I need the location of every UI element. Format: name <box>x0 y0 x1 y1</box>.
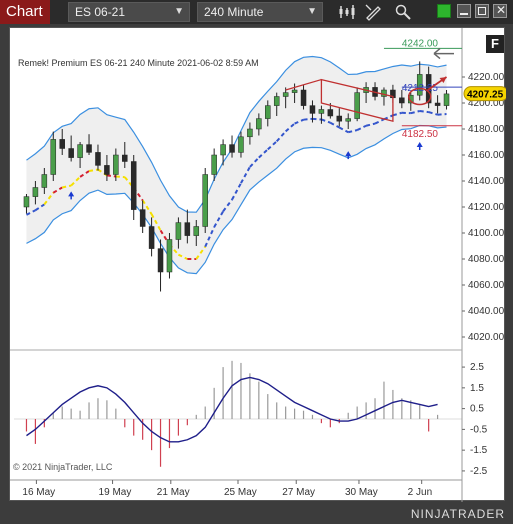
candle <box>113 154 119 175</box>
price-panel <box>23 55 450 292</box>
interval-label: 240 Minute <box>204 5 264 19</box>
candle <box>166 239 173 273</box>
candle <box>336 115 343 122</box>
price-tick-label: 4080.00 <box>468 254 505 265</box>
chart-window: Chart ES 06-21 ▼ 240 Minute ▼ ✕ 4220.00 4 <box>0 0 513 524</box>
candle <box>95 152 101 166</box>
candle <box>318 109 325 114</box>
osc-tick-label: 2.5 <box>470 362 484 373</box>
price-tick-label: 4020.00 <box>468 332 505 343</box>
candle <box>291 89 298 93</box>
time-tick-label: 30 May <box>345 487 378 498</box>
price-tick-label: 4060.00 <box>468 280 505 291</box>
chart-canvas[interactable]: 4220.004200.004180.004160.004140.004120.… <box>10 28 506 502</box>
candle <box>256 118 262 130</box>
price-tick-label: 4100.00 <box>468 228 505 239</box>
candle <box>399 97 405 104</box>
candle <box>139 209 146 227</box>
interval-selector[interactable]: 240 Minute ▼ <box>197 2 323 22</box>
close-button[interactable]: ✕ <box>493 3 507 18</box>
brand-name: NINJATRADER <box>410 507 505 521</box>
instrument-selector[interactable]: ES 06-21 ▼ <box>68 2 190 22</box>
candle <box>211 154 217 175</box>
candle <box>345 118 351 122</box>
candle <box>282 92 289 97</box>
osc-tick-label: -1.5 <box>470 445 488 456</box>
osc-tick-label: -2.5 <box>470 466 488 477</box>
candle <box>184 222 191 236</box>
osc-tick-label: 0.5 <box>470 404 484 415</box>
candle <box>247 128 253 138</box>
current-price-label: 4207.25 <box>467 90 504 101</box>
maximize-button[interactable] <box>475 4 489 18</box>
candle <box>32 187 39 197</box>
candle <box>68 148 74 158</box>
minimize-button[interactable] <box>457 4 471 18</box>
price-tick-label: 4120.00 <box>468 202 505 213</box>
close-icon: ✕ <box>496 3 507 17</box>
candle <box>381 89 387 97</box>
time-tick-label: 19 May <box>99 487 132 498</box>
candle <box>327 109 334 117</box>
candle <box>122 154 128 162</box>
candle <box>86 144 92 153</box>
candle <box>443 93 450 106</box>
drawing-tools-icon[interactable] <box>364 3 382 21</box>
price-tick-label: 4180.00 <box>468 124 505 135</box>
candle <box>41 174 48 188</box>
candle <box>23 196 30 208</box>
candle <box>309 105 316 114</box>
zoom-icon[interactable] <box>394 3 412 21</box>
time-tick-label: 21 May <box>157 487 190 498</box>
candle <box>130 161 137 210</box>
price-tick-label: 4160.00 <box>468 150 505 161</box>
candle <box>434 102 441 106</box>
time-tick-label: 27 May <box>282 487 315 498</box>
chart-info-line: Remek! Premium ES 06-21 240 Minute 2021-… <box>18 58 259 68</box>
chart-toolbar: Chart ES 06-21 ▼ 240 Minute ▼ ✕ <box>0 0 513 24</box>
chart-panel[interactable]: 4220.00 4200.00 4180.00 4160.00 4140.00 4120.… <box>9 27 506 502</box>
candle <box>59 139 65 149</box>
candle <box>273 96 280 106</box>
candle <box>175 222 182 240</box>
time-tick-label: 25 May <box>224 487 257 498</box>
candle <box>77 144 83 158</box>
brand-logo: NINJATRADER <box>411 507 505 521</box>
candle <box>193 226 200 236</box>
time-tick-label: 2 Jun <box>408 487 432 498</box>
candle <box>354 92 360 119</box>
link-color-button[interactable] <box>437 4 451 18</box>
upper-band-label: 4242.00 <box>402 38 439 49</box>
candle <box>220 144 226 156</box>
bar-type-icon[interactable] <box>338 3 356 21</box>
chevron-down-icon: ▼ <box>307 6 317 17</box>
candle <box>148 226 155 249</box>
copyright-text: © 2021 NinjaTrader, LLC <box>13 462 113 472</box>
lower-label: 4182.50 <box>402 129 439 140</box>
price-tick-label: 4040.00 <box>468 306 505 317</box>
oscillator-panel <box>14 360 462 467</box>
window-title: Chart <box>0 0 50 24</box>
candle <box>50 139 57 175</box>
candle <box>300 89 307 106</box>
osc-tick-label: 1.5 <box>470 383 484 394</box>
candle <box>202 174 208 227</box>
candle <box>265 105 271 119</box>
candle <box>157 248 164 273</box>
price-tick-label: 4140.00 <box>468 176 505 187</box>
candle <box>229 144 235 153</box>
time-tick-label: 16 May <box>22 487 55 498</box>
price-tick-label: 4220.00 <box>468 72 505 83</box>
osc-tick-label: -0.5 <box>470 424 488 435</box>
chevron-down-icon: ▼ <box>174 6 184 17</box>
candle <box>238 136 244 153</box>
candle <box>104 165 110 175</box>
f-badge[interactable]: F <box>486 35 504 53</box>
instrument-label: ES 06-21 <box>75 5 126 19</box>
